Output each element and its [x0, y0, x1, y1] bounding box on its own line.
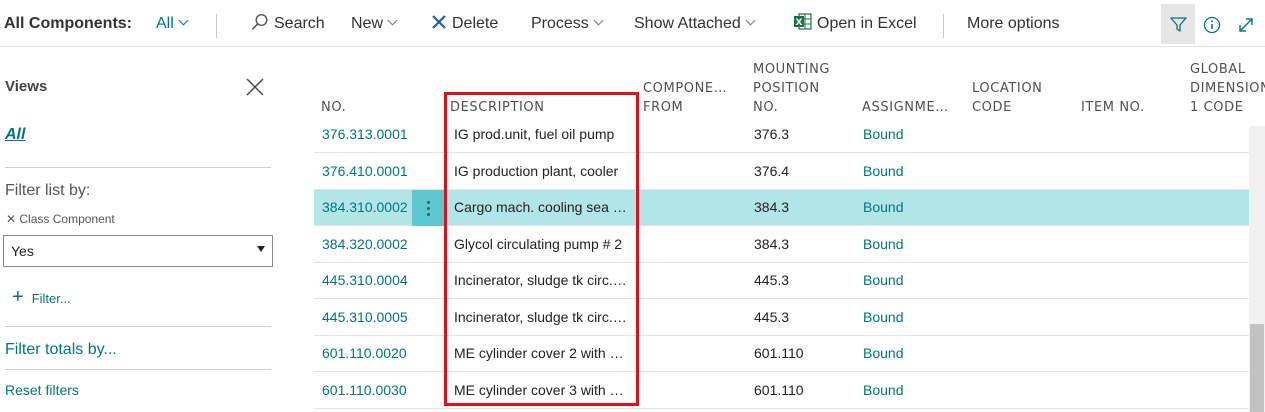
cell-assignment[interactable]: Bound	[863, 345, 903, 361]
delete-label: Delete	[452, 15, 499, 32]
view-selector[interactable]: All	[156, 14, 189, 34]
description-column-highlight	[444, 92, 639, 406]
cell-assignment[interactable]: Bound	[863, 272, 903, 288]
chevron-down-icon	[745, 15, 756, 26]
dot	[427, 201, 430, 204]
cell-assignment[interactable]: Bound	[863, 236, 903, 252]
cell-no[interactable]: 445.310.0004	[322, 272, 408, 288]
dot	[427, 213, 430, 216]
cell-mounting-position: 445.3	[754, 309, 790, 325]
funnel-icon	[1170, 17, 1187, 32]
plus-icon: +	[12, 286, 24, 308]
cell-mounting-position: 376.4	[754, 163, 790, 179]
cell-assignment[interactable]: Bound	[863, 163, 903, 179]
search-icon	[251, 13, 268, 30]
cell-assignment[interactable]: Bound	[863, 309, 903, 325]
new-button[interactable]: New	[351, 14, 398, 34]
cell-mounting-position: 384.3	[754, 236, 790, 252]
show-attached-label: Show Attached	[634, 15, 741, 32]
cell-mounting-position: 601.110	[754, 345, 804, 361]
chevron-down-icon	[387, 15, 398, 26]
search-button[interactable]: Search	[251, 13, 325, 34]
col-header-line: DIMENSION	[1190, 81, 1265, 96]
row-actions-button[interactable]	[412, 190, 444, 226]
remove-filter-icon[interactable]: ✕	[6, 212, 19, 226]
col-header-line: LOCATION	[972, 81, 1043, 96]
process-label: Process	[531, 15, 589, 32]
class-component-select[interactable]: Yes	[3, 235, 273, 267]
filter-field-name: Class Component	[19, 212, 115, 226]
new-label: New	[351, 15, 384, 32]
col-header-line: COMPONE…	[643, 81, 728, 96]
cell-no[interactable]: 601.110.0020	[322, 345, 407, 361]
close-icon[interactable]	[246, 78, 264, 96]
divider	[5, 326, 271, 327]
toolbar-divider	[943, 14, 944, 38]
filter-pane-title: Views	[5, 78, 48, 95]
show-attached-menu[interactable]: Show Attached	[634, 14, 756, 34]
col-header-line: NO.	[753, 100, 779, 115]
cell-mounting-position: 601.110	[754, 382, 804, 398]
delete-x-icon	[432, 14, 446, 29]
svg-text:X: X	[796, 18, 803, 28]
cell-no[interactable]: 376.410.0001	[322, 163, 408, 179]
view-selector-label: All	[156, 15, 174, 32]
col-header-line: POSITION	[753, 81, 820, 96]
col-header-location-code[interactable]: LOCATION CODE	[972, 79, 1043, 117]
col-header-line: 1 CODE	[1190, 100, 1244, 115]
cell-assignment[interactable]: Bound	[863, 126, 903, 142]
col-header-line: CODE	[972, 100, 1012, 115]
divider	[5, 167, 271, 168]
dropdown-arrow-icon	[257, 246, 265, 252]
cell-mounting-position: 376.3	[754, 126, 790, 142]
more-options-button[interactable]: More options	[967, 14, 1060, 34]
col-header-mounting-position[interactable]: MOUNTING POSITION NO.	[753, 60, 830, 117]
select-value: Yes	[11, 243, 34, 259]
process-menu[interactable]: Process	[531, 14, 604, 34]
view-all-link[interactable]: All	[5, 126, 25, 144]
col-header-item-no[interactable]: ITEM NO.	[1081, 98, 1145, 117]
cell-no[interactable]: 601.110.0030	[322, 382, 407, 398]
filter-totals-link[interactable]: Filter totals by...	[5, 341, 117, 359]
cell-no[interactable]: 445.310.0005	[322, 309, 408, 325]
cell-assignment[interactable]: Bound	[863, 199, 903, 215]
col-header-line: GLOBAL	[1190, 62, 1246, 77]
filter-pane-toggle[interactable]	[1161, 4, 1195, 44]
filter-field-label: ✕ Class Component	[6, 212, 115, 226]
col-header-global-dimension[interactable]: GLOBAL DIMENSION 1 CODE	[1190, 60, 1265, 117]
cell-no[interactable]: 384.310.0002	[322, 199, 408, 215]
col-header-assignment[interactable]: ASSIGNME…	[862, 98, 949, 117]
scrollbar-thumb[interactable]	[1250, 324, 1264, 412]
col-header-line: FROM	[643, 100, 684, 115]
filter-list-by-label: Filter list by:	[5, 182, 91, 199]
reset-filters-link[interactable]: Reset filters	[5, 382, 79, 398]
dot	[427, 207, 430, 210]
add-filter-link[interactable]: + Filter...	[12, 286, 71, 311]
action-bar: All Components: All Search New Delete Pr…	[0, 0, 1265, 47]
add-filter-label: Filter...	[31, 290, 71, 306]
chevron-down-icon	[593, 15, 604, 26]
more-options-label: More options	[967, 15, 1060, 32]
col-header-no[interactable]: NO.	[321, 98, 346, 117]
search-label: Search	[274, 15, 325, 32]
info-icon[interactable]	[1203, 16, 1221, 34]
cell-no[interactable]: 376.313.0001	[322, 126, 408, 142]
expand-icon[interactable]	[1237, 16, 1255, 34]
cell-mounting-position: 445.3	[754, 272, 790, 288]
cell-mounting-position: 384.3	[754, 199, 790, 215]
toolbar-divider	[216, 14, 217, 38]
cell-assignment[interactable]: Bound	[863, 382, 903, 398]
divider	[5, 369, 271, 370]
col-header-line: MOUNTING	[753, 62, 831, 77]
open-in-excel-button[interactable]: X Open in Excel	[794, 13, 917, 34]
col-header-component-from[interactable]: COMPONE… FROM	[643, 79, 727, 117]
open-in-excel-label: Open in Excel	[817, 15, 917, 32]
cell-no[interactable]: 384.320.0002	[322, 236, 408, 252]
page-title: All Components:	[4, 15, 132, 32]
chevron-down-icon	[178, 15, 189, 26]
excel-icon: X	[794, 13, 812, 30]
delete-button[interactable]: Delete	[431, 14, 498, 34]
